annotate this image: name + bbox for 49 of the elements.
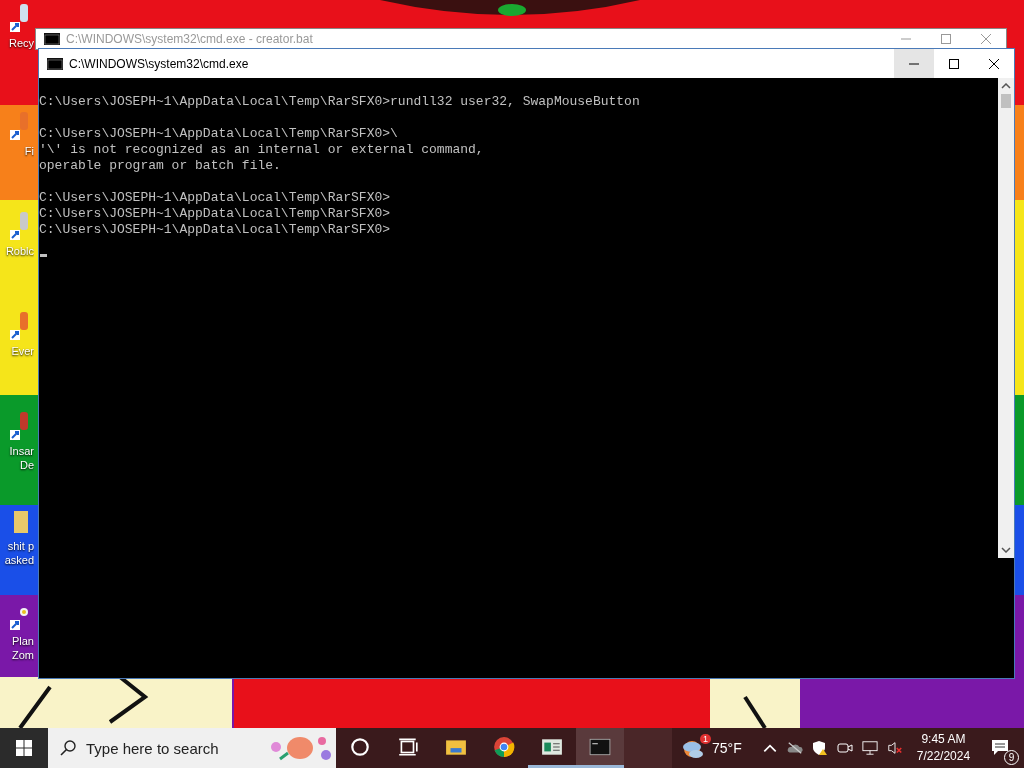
date: 7/22/2024 [916, 748, 971, 765]
start-button[interactable] [0, 728, 48, 768]
console-line: C:\Users\JOSEPH~1\AppData\Local\Temp\RarSFX0> [39, 222, 392, 238]
console-line: operable program or batch file. [39, 158, 282, 174]
clock[interactable]: 9:45 AM 7/22/2024 [908, 728, 979, 768]
window-title: C:\WINDOWS\system32\cmd.exe - creator.bat [66, 32, 314, 46]
temperature: 75°F [712, 740, 742, 756]
search-icon [60, 740, 76, 756]
shortcut-icon[interactable] [8, 110, 28, 142]
network-icon[interactable] [861, 740, 878, 756]
console-icon [47, 57, 63, 70]
shortcut-icon[interactable] [8, 2, 28, 34]
console-line: C:\Users\JOSEPH~1\AppData\Local\Temp\RarSFX0>\ [39, 126, 399, 142]
windows-icon [16, 740, 32, 756]
speaker-muted-icon[interactable] [886, 740, 903, 756]
scroll-thumb[interactable] [1001, 94, 1011, 108]
close-icon [989, 58, 999, 69]
desktop-icon-label[interactable]: Insar De [9, 444, 34, 472]
message-icon [990, 738, 1011, 758]
console-line: C:\Users\JOSEPH~1\AppData\Local\Temp\RarSFX0>rundll32 user32, SwapMouseButton [39, 94, 641, 110]
maximize-icon [949, 58, 959, 69]
notifications-button[interactable]: 9 [978, 728, 1023, 768]
weather-widget[interactable]: 1 75°F [672, 728, 756, 768]
console-line: C:\Users\JOSEPH~1\AppData\Local\Temp\RarSFX0> [39, 206, 392, 222]
shortcut-icon[interactable] [8, 310, 28, 342]
close-icon [981, 34, 991, 44]
console-line: C:\Users\JOSEPH~1\AppData\Local\Temp\RarSFX0> [39, 190, 392, 206]
scroll-down-icon[interactable] [1001, 547, 1011, 553]
shortcut-icon[interactable] [8, 410, 28, 442]
maximize-icon [941, 34, 951, 44]
shortcut-icon[interactable] [8, 210, 28, 242]
cloud-off-icon[interactable] [786, 740, 803, 756]
console-app-icon[interactable] [576, 728, 624, 768]
desktop-icon-label[interactable]: Plan Zom [11, 634, 34, 662]
text-cursor [40, 254, 47, 257]
time: 9:45 AM [921, 731, 966, 748]
notification-count: 9 [1004, 750, 1020, 765]
scroll-up-icon[interactable] [1001, 83, 1011, 89]
search-field[interactable]: Type here to search [84, 738, 258, 758]
desktop-icon-label[interactable]: shit p asked [4, 539, 34, 567]
console-icon [44, 33, 60, 45]
console-line: '\' is not recognized as an internal or external command, [39, 142, 485, 158]
scrollbar[interactable] [998, 78, 1014, 558]
search-box[interactable]: Type here to search [48, 728, 336, 768]
desktop-icon-label[interactable]: Recy [8, 36, 34, 50]
shield-warning-icon[interactable] [811, 740, 828, 756]
camera-icon[interactable] [836, 740, 853, 756]
alert-badge: 1 [700, 734, 711, 744]
window-title: C:\WINDOWS\system32\cmd.exe [69, 56, 250, 71]
